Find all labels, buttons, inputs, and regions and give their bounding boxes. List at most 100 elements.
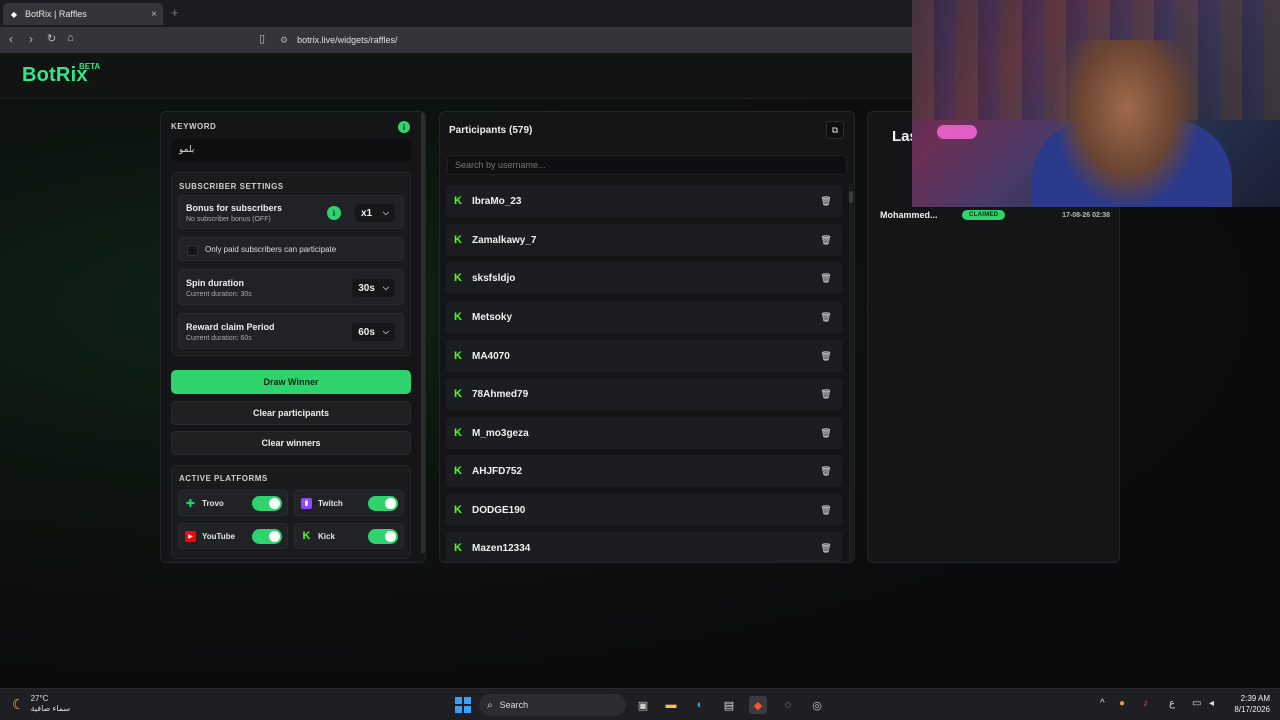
claim-period-row: Reward claim Period Current duration: 60… (178, 313, 404, 349)
participant-name: MA4070 (472, 350, 510, 362)
weather-widget[interactable]: ☾ 27°C سماء صافية (12, 694, 70, 714)
participant-name: AHJFD752 (472, 465, 523, 477)
spin-duration-value: 30s (358, 282, 375, 294)
brave-browser-icon[interactable]: ◆ (749, 696, 767, 714)
participant-row: K M_mo3geza 🗑 (446, 417, 842, 449)
app-icon[interactable]: ◌ (779, 696, 797, 714)
settings-scrollbar[interactable] (421, 113, 425, 553)
webcam-neon-sign (937, 125, 977, 139)
paid-only-label: Only paid subscribers can participate (205, 245, 337, 254)
platform-kick: K Kick (294, 523, 404, 549)
spin-duration-title: Spin duration (186, 278, 244, 288)
address-bar[interactable]: ⚙ botrix.live/widgets/raffles/ (280, 31, 900, 49)
kick-icon: K (454, 388, 462, 400)
bonus-title: Bonus for subscribers (186, 203, 283, 213)
youtube-toggle[interactable] (252, 529, 282, 544)
clock-time: 2:39 AM (1240, 694, 1270, 703)
participant-name: sksfsldjo (472, 272, 516, 284)
claim-period-subtitle: Current duration: 60s (186, 335, 252, 342)
winner-row: Mohammed... CLAIMED 17-08-26 02:38 (880, 204, 1110, 226)
bookmark-icon[interactable]: ▯ (259, 32, 265, 45)
trovo-toggle[interactable] (252, 496, 282, 511)
keyword-input[interactable]: بلمو (171, 139, 411, 161)
network-icon[interactable]: ▭ (1192, 698, 1201, 709)
trash-icon[interactable]: 🗑 (820, 234, 832, 246)
bonus-multiplier-value: x1 (361, 207, 373, 219)
reload-icon[interactable]: ↻ (47, 32, 56, 45)
new-tab-button[interactable]: + (171, 5, 179, 20)
trash-icon[interactable]: 🗑 (820, 388, 832, 400)
clear-participants-button[interactable]: Clear participants (171, 401, 411, 425)
youtube-icon: ▶ (185, 530, 196, 542)
paid-only-checkbox[interactable] (187, 245, 198, 256)
trash-icon[interactable]: 🗑 (820, 465, 832, 477)
taskbar-clock[interactable]: 2:39 AM 8/17/2026 (1230, 693, 1270, 715)
twitch-toggle[interactable] (368, 496, 398, 511)
url-text: botrix.live/widgets/raffles/ (297, 35, 398, 45)
browser-tab[interactable]: ◆ BotRix | Raffles × (3, 3, 163, 25)
participant-name: M_mo3geza (472, 427, 529, 439)
claim-period-dropdown[interactable]: 60s ⌵ (352, 323, 395, 341)
draw-winner-button[interactable]: Draw Winner (171, 370, 411, 394)
bonus-row: Bonus for subscribers No subscriber bonu… (178, 195, 404, 229)
bonus-multiplier-dropdown[interactable]: x1 ⌵ (355, 204, 395, 222)
task-view-icon[interactable]: ▣ (634, 696, 652, 714)
keyword-info-icon[interactable]: i (398, 121, 410, 133)
site-settings-icon[interactable]: ⚙ (280, 35, 288, 46)
kick-icon: K (454, 427, 462, 439)
store-icon[interactable]: ▤ (720, 696, 738, 714)
kick-icon: K (302, 530, 311, 542)
chevron-down-icon: ⌵ (382, 208, 389, 217)
platform-youtube: ▶ YouTube (178, 523, 288, 549)
trash-icon[interactable]: 🗑 (820, 195, 832, 207)
winner-date: 17-08-26 02:38 (1062, 211, 1110, 219)
copy-icon[interactable]: ⧉ (826, 121, 844, 139)
trash-icon[interactable]: 🗑 (820, 350, 832, 362)
active-platforms: ACTIVE PLATFORMS ✚ Trovo ▮ Twitch ▶ YouT… (171, 465, 411, 559)
file-explorer-icon[interactable]: ▬ (662, 696, 680, 714)
spin-duration-subtitle: Current duration: 30s (186, 291, 252, 298)
trash-icon[interactable]: 🗑 (820, 504, 832, 516)
kick-icon: K (454, 504, 462, 516)
claim-period-title: Reward claim Period (186, 322, 275, 332)
tray-app-icon[interactable]: ● (1119, 698, 1125, 709)
spin-duration-dropdown[interactable]: 30s ⌵ (352, 279, 395, 297)
kick-icon: K (454, 311, 462, 323)
subscriber-settings-title: SUBSCRIBER SETTINGS (179, 182, 284, 191)
botrix-logo[interactable]: BotRix (22, 64, 88, 87)
participant-name: DODGE190 (472, 504, 526, 516)
chevron-down-icon: ⌵ (382, 327, 389, 336)
claim-period-value: 60s (358, 326, 375, 338)
trash-icon[interactable]: 🗑 (820, 311, 832, 323)
trash-icon[interactable]: 🗑 (820, 427, 832, 439)
kick-toggle[interactable] (368, 529, 398, 544)
bonus-info-icon[interactable]: i (327, 206, 341, 220)
participants-scrollbar[interactable] (849, 183, 853, 562)
home-icon[interactable]: ⌂ (67, 32, 74, 44)
trash-icon[interactable]: 🗑 (820, 272, 832, 284)
volume-icon[interactable]: ◂ (1209, 698, 1214, 709)
tab-close-icon[interactable]: × (151, 9, 157, 20)
trash-icon[interactable]: 🗑 (820, 542, 832, 554)
kick-icon: K (454, 272, 462, 284)
platform-name: Trovo (202, 498, 224, 508)
microphone-icon[interactable]: ♪ (1143, 698, 1148, 709)
participant-row: K 78Ahmed79 🗑 (446, 378, 842, 410)
participant-name: 78Ahmed79 (472, 388, 529, 400)
webcam-overlay (912, 0, 1280, 207)
taskbar-search[interactable]: ⌕ Search (479, 694, 626, 716)
weather-desc: سماء صافية (30, 704, 71, 713)
participant-search-input[interactable]: Search by username... (447, 155, 847, 175)
forward-icon[interactable]: › (29, 32, 33, 46)
participant-name: IbraMo_23 (472, 195, 522, 207)
back-icon[interactable]: ‹ (9, 32, 13, 46)
clear-winners-button[interactable]: Clear winners (171, 431, 411, 455)
keyword-label: KEYWORD (171, 122, 217, 131)
webcam-app-icon[interactable]: ◎ (808, 696, 826, 714)
language-indicator[interactable]: ع (1169, 698, 1175, 709)
paid-only-row[interactable]: Only paid subscribers can participate (178, 237, 404, 261)
chevron-up-icon[interactable]: ^ (1100, 698, 1105, 709)
start-button[interactable] (455, 697, 471, 713)
spin-duration-row: Spin duration Current duration: 30s 30s … (178, 269, 404, 305)
edge-icon[interactable]: ◐ (691, 696, 709, 714)
